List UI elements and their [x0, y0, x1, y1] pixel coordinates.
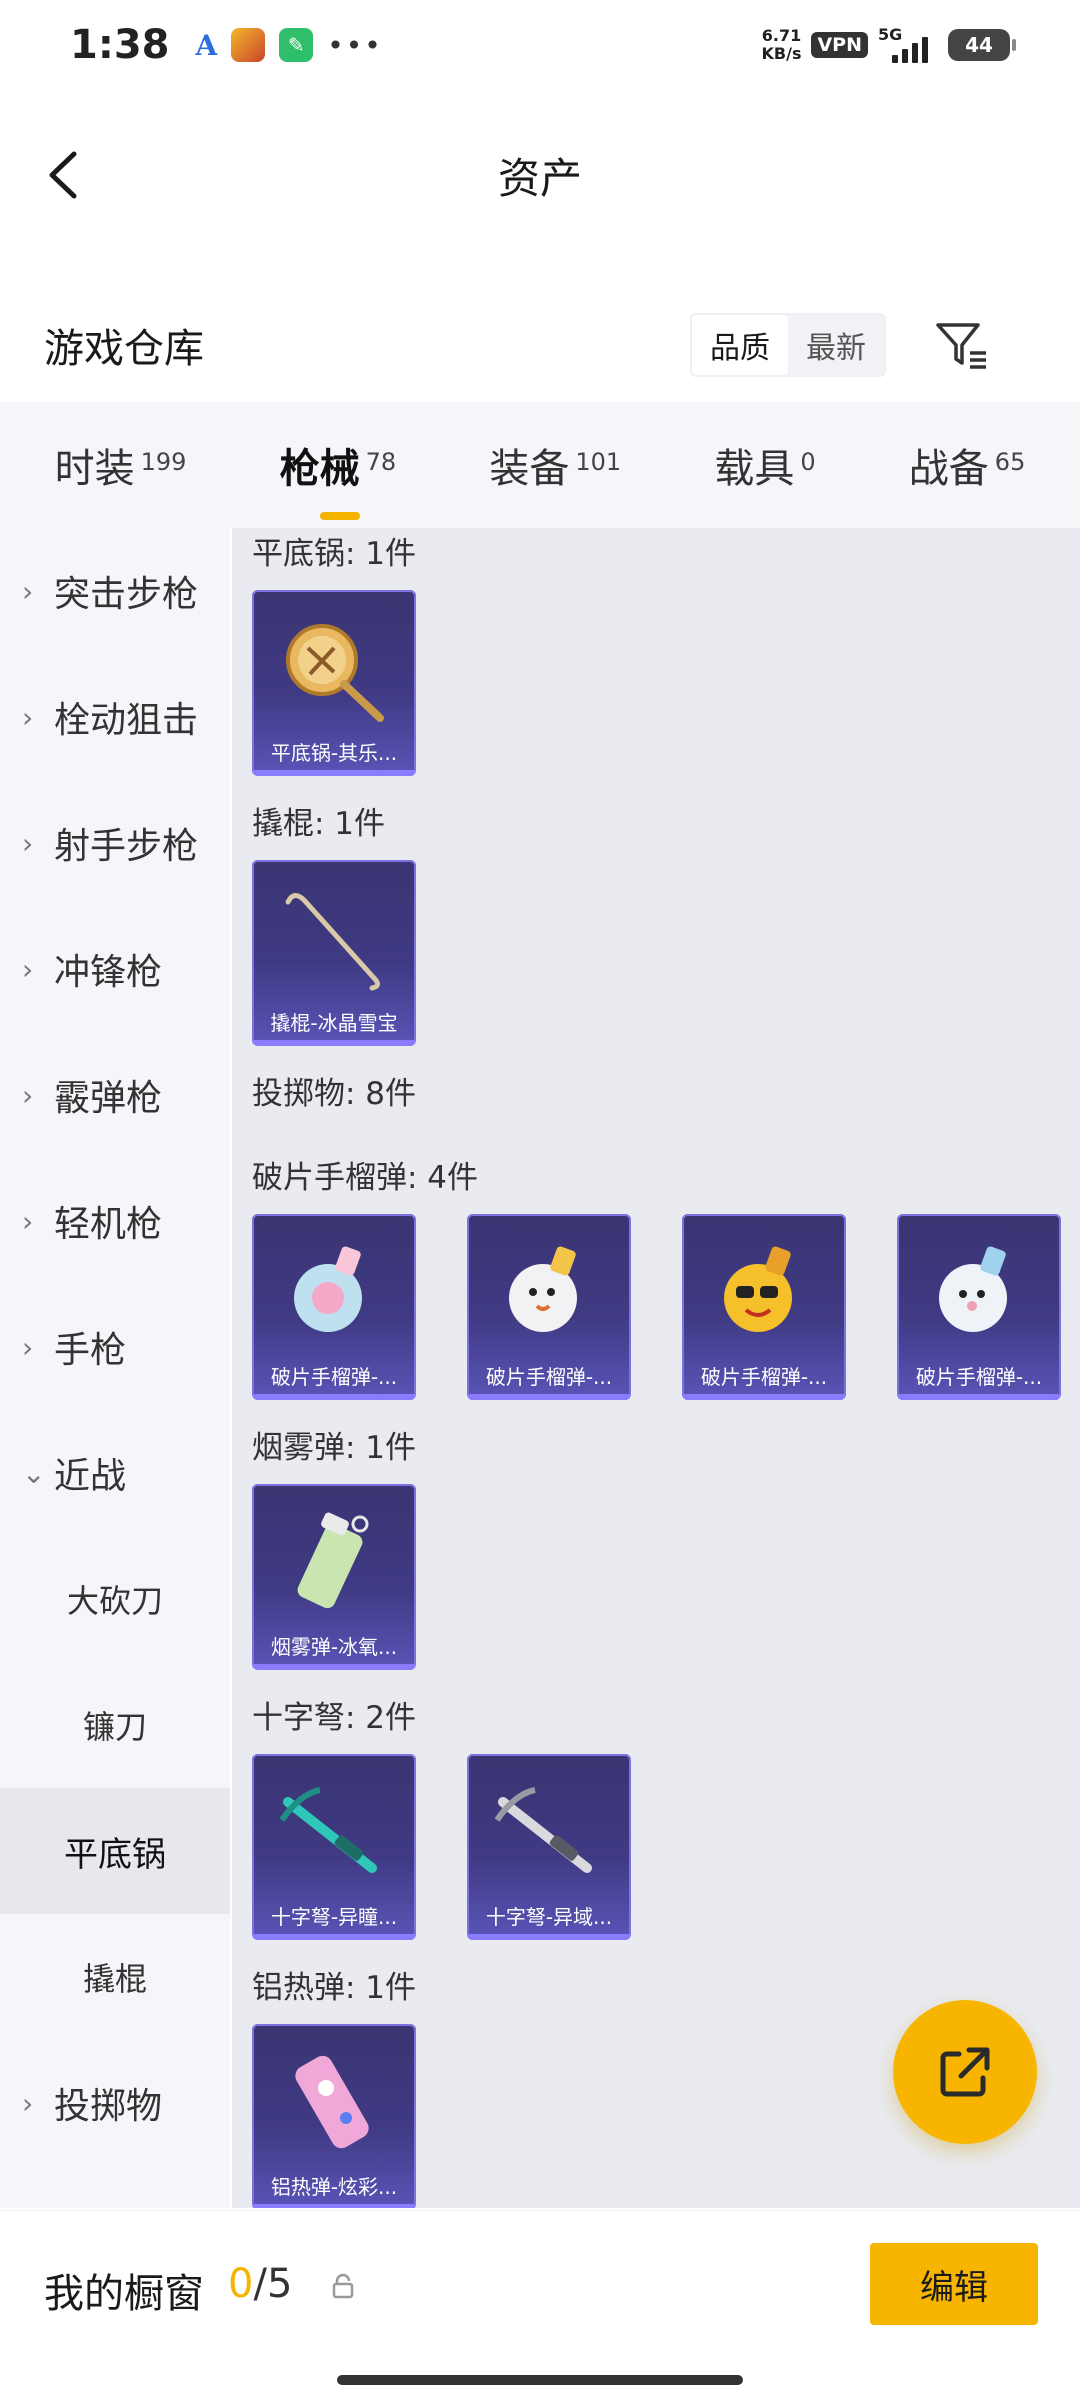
- sidebar-item-assault-rifle[interactable]: › 突击步枪: [0, 528, 230, 654]
- pan-icon: [286, 624, 384, 722]
- page-title: 资产: [497, 153, 582, 203]
- chevron-right-icon: ›: [22, 2086, 34, 2120]
- sidebar-item-throwables[interactable]: › 投掷物: [0, 2040, 230, 2166]
- tab-guns[interactable]: 枪械 78: [280, 436, 396, 520]
- sidebar-item-bolt-sniper[interactable]: › 栓动狙击: [0, 654, 230, 780]
- battery-icon: 44: [948, 29, 1016, 61]
- section-title-crossbow: 十字弩: 2件: [252, 1700, 417, 1736]
- item-card-frag-grenade-4[interactable]: 破片手榴弹-...: [897, 1214, 1061, 1400]
- smoke-grenade-icon: [297, 1512, 369, 1609]
- game-app-icon: [231, 28, 266, 62]
- chevron-right-icon: ›: [22, 574, 34, 608]
- home-indicator[interactable]: [337, 2375, 743, 2385]
- chevron-right-icon: ›: [22, 1078, 34, 1112]
- tab-fashion[interactable]: 时装 199: [55, 436, 187, 494]
- status-app-icons: A ✎ •••: [196, 28, 383, 62]
- chevron-right-icon: ›: [22, 700, 34, 734]
- section-title-smoke-grenade: 烟雾弹: 1件: [252, 1430, 417, 1466]
- bottom-bar: 我的橱窗 0/5 编辑: [0, 2210, 1080, 2400]
- crossbow-icon: [279, 1787, 377, 1873]
- item-card-crowbar[interactable]: 撬棍-冰晶雪宝: [252, 860, 416, 1046]
- tab-vehicles[interactable]: 载具 0: [714, 436, 815, 494]
- sidebar-item-smg[interactable]: › 冲锋枪: [0, 906, 230, 1032]
- sidebar-item-lmg[interactable]: › 轻机枪: [0, 1158, 230, 1284]
- status-bar: 1:38 A ✎ ••• 6.71 KB/s VPN 5G 44: [0, 0, 1080, 90]
- signal-icon: 5G: [878, 25, 938, 65]
- item-card-crossbow-2[interactable]: 十字弩-异域...: [467, 1754, 631, 1940]
- sidebar-item-marksman-rifle[interactable]: › 射手步枪: [0, 780, 230, 906]
- section-title-frag-grenade: 破片手榴弹: 4件: [252, 1160, 479, 1196]
- sidebar-item-shotgun[interactable]: › 霰弹枪: [0, 1032, 230, 1158]
- tab-active-indicator: [319, 512, 360, 520]
- sort-quality-button[interactable]: 品质: [692, 315, 788, 375]
- crowbar-icon: [285, 893, 380, 991]
- item-card-smoke-grenade[interactable]: 烟雾弹-冰氧...: [252, 1484, 416, 1670]
- item-card-frag-grenade-3[interactable]: 破片手榴弹-...: [682, 1214, 846, 1400]
- more-notifications-icon: •••: [327, 28, 383, 62]
- item-card-frag-grenade-1[interactable]: 破片手榴弹-...: [252, 1214, 416, 1400]
- grenade-icon: [294, 1246, 362, 1332]
- edit-button[interactable]: 编辑: [870, 2243, 1038, 2325]
- grenade-icon: [509, 1246, 577, 1332]
- net-speed: 6.71 KB/s: [761, 26, 802, 63]
- sidebar-subitem-sickle[interactable]: 镰刀: [0, 1662, 230, 1788]
- warehouse-title: 游戏仓库: [44, 326, 204, 372]
- sidebar-item-pistol[interactable]: › 手枪: [0, 1284, 230, 1410]
- sort-newest-button[interactable]: 最新: [788, 315, 884, 375]
- section-title-pan: 平底锅: 1件: [252, 536, 417, 572]
- grenade-icon: [724, 1246, 792, 1332]
- item-card-frag-grenade-2[interactable]: 破片手榴弹-...: [467, 1214, 631, 1400]
- filter-icon[interactable]: [932, 315, 992, 375]
- header: 资产: [0, 110, 1080, 240]
- lock-icon: [332, 2273, 354, 2299]
- showcase-count: 0/5: [228, 2261, 293, 2307]
- warehouse-row: 游戏仓库 品质 最新: [0, 290, 1080, 400]
- back-arrow-icon[interactable]: [38, 148, 92, 202]
- chevron-right-icon: ›: [22, 952, 34, 986]
- status-indicators: 6.71 KB/s VPN 5G 44: [761, 25, 1016, 65]
- grenade-icon: [939, 1246, 1007, 1332]
- chevron-right-icon: ›: [22, 1204, 34, 1238]
- vpn-badge: VPN: [811, 32, 868, 58]
- showcase-label: 我的橱窗: [44, 2271, 204, 2317]
- sidebar-subitem-machete[interactable]: 大砍刀: [0, 1536, 230, 1662]
- external-link-icon: [940, 2047, 990, 2097]
- item-list: 平底锅: 1件 平底锅-其乐... 撬棍: 1件 撬棍-冰晶雪宝 投掷物: 8件…: [232, 528, 1080, 2208]
- sort-toggle: 品质 最新: [690, 313, 886, 377]
- thermite-grenade-icon: [295, 2055, 369, 2149]
- tool-app-icon: ✎: [279, 28, 314, 62]
- status-time: 1:38: [70, 22, 170, 68]
- item-card-crossbow-1[interactable]: 十字弩-异瞳...: [252, 1754, 416, 1940]
- section-title-crowbar: 撬棍: 1件: [252, 806, 386, 842]
- sidebar-item-melee[interactable]: ⌄ 近战: [0, 1410, 230, 1536]
- share-fab-button[interactable]: [893, 2000, 1037, 2144]
- section-title-throwables: 投掷物: 8件: [252, 1076, 417, 1112]
- tab-equipment[interactable]: 装备 101: [489, 436, 621, 494]
- tab-gear[interactable]: 战备 65: [909, 436, 1026, 494]
- section-title-thermite: 铝热弹: 1件: [252, 1970, 417, 2006]
- chevron-right-icon: ›: [22, 826, 34, 860]
- sidebar-subitem-crowbar[interactable]: 撬棍: [0, 1914, 230, 2040]
- item-card-thermite[interactable]: 铝热弹-炫彩...: [252, 2024, 416, 2208]
- item-card-pan[interactable]: 平底锅-其乐...: [252, 590, 416, 776]
- crossbow-icon: [494, 1787, 592, 1873]
- chevron-down-icon: ⌄: [22, 1456, 46, 1490]
- sidebar-subitem-pan[interactable]: 平底锅: [0, 1788, 230, 1914]
- sidebar: › 突击步枪 › 栓动狙击 › 射手步枪 › 冲锋枪 › 霰弹枪 › 轻机枪 › 手枪 ⌄ 近战…: [0, 528, 230, 2208]
- category-tabs: 时装 199 枪械 78 装备 101 载具 0 战备 65: [0, 402, 1080, 528]
- app-a-icon: A: [195, 28, 218, 62]
- chevron-right-icon: ›: [22, 1330, 34, 1364]
